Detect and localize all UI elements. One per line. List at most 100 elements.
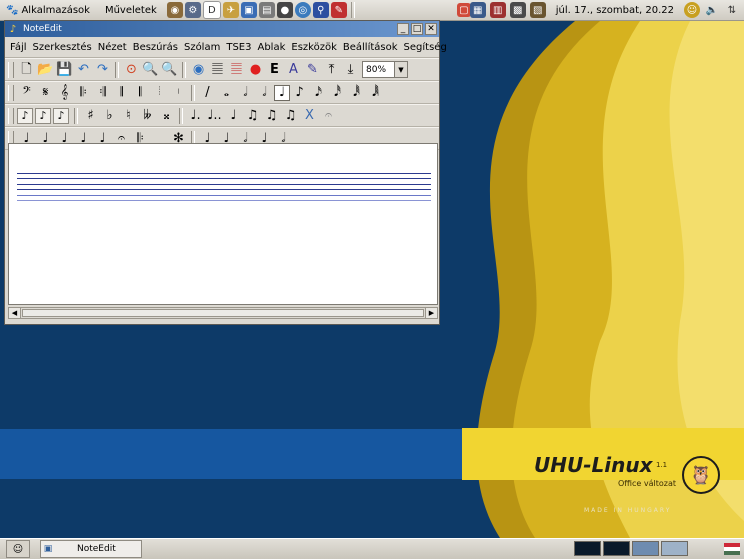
double-dotted-note-icon[interactable]: ♩.. [205,107,224,125]
menu-window[interactable]: Ablak [254,42,288,53]
zoom-select[interactable]: 80% ▼ [362,61,408,78]
menu-file[interactable]: Fájl [7,42,30,53]
network-monitor-icon[interactable]: ⇅ [724,2,740,18]
text-icon[interactable]: A [284,61,303,79]
record-icon[interactable]: ● [246,61,265,79]
grace-note-32-icon[interactable]: ♪ [53,107,69,124]
final-bar-icon[interactable]: 𝄃 [131,84,150,102]
gimp-icon[interactable]: ◉ [166,2,183,18]
chat-status-icon[interactable]: ☺ [684,2,700,18]
double-bar-icon[interactable]: 𝄂 [112,84,131,102]
show-desktop-icon[interactable]: ☺ [6,540,30,558]
menu-tools[interactable]: Eszközök [288,42,340,53]
whole-note-icon[interactable]: 𝅗𝅥 [236,84,255,102]
photo-icon[interactable]: ▤ [258,2,275,18]
horizontal-scrollbar[interactable]: ◀ ▶ [8,307,438,319]
applications-menu[interactable]: 🐾 Alkalmazások [0,0,96,20]
repeat-start-icon[interactable]: 𝄆 [74,84,93,102]
lyrics-icon[interactable]: ✎ [303,61,322,79]
keyboard-red-icon[interactable]: 𝄚 [227,61,246,79]
menu-tse3[interactable]: TSE3 [223,42,254,53]
toolbar-handle[interactable] [8,107,14,124]
pencil-icon[interactable]: / [198,84,217,102]
cross-staff-icon[interactable]: X [300,107,319,125]
workspace-3[interactable] [632,541,659,556]
menu-insert[interactable]: Beszúrás [130,42,181,53]
notes-icon[interactable]: ▧ [529,2,546,18]
network-icon[interactable]: ▦ [469,2,486,18]
score-canvas[interactable] [8,143,438,305]
picture-icon[interactable]: ✈ [222,2,239,18]
quarter-note-icon[interactable]: ♩ [274,84,290,101]
scroll-thumb[interactable] [22,309,424,317]
toolbar-handle[interactable] [8,61,14,78]
repeat-both-icon[interactable]: 𝄄 [150,84,169,102]
calculator-icon[interactable]: ▩ [509,2,526,18]
actions-menu[interactable]: Műveletek [96,0,163,20]
window-list-icon[interactable]: ▢ [456,3,471,17]
zoom-out-icon[interactable]: 🔍 [160,61,179,79]
search-icon[interactable]: ⚲ [312,2,329,18]
close-button[interactable]: ✕ [425,23,437,35]
web-icon[interactable]: ◎ [294,2,311,18]
repeat-close-icon[interactable]: 𝄅 [169,84,188,102]
save-icon[interactable]: 💾 [55,61,74,79]
fermata-box-icon[interactable]: 𝄐 [319,107,338,125]
image-viewer-icon[interactable]: ● [276,2,293,18]
bass-clef-icon[interactable]: 𝄢 [17,84,36,102]
scroll-left-icon[interactable]: ◀ [9,308,21,318]
tie-icon[interactable]: ♩ [224,107,243,125]
hundred-twenty-eighth-note-icon[interactable]: 𝅘𝅥𝅲 [366,84,385,102]
sixteenth-note-icon[interactable]: 𝅘𝅥𝅯 [309,84,328,102]
double-sharp-icon[interactable]: 𝄪 [157,107,176,125]
book-icon[interactable]: ▥ [489,2,506,18]
eighth-note-icon[interactable]: ♪ [290,84,309,102]
workspace-4[interactable] [661,541,688,556]
undo-icon[interactable]: ↶ [74,61,93,79]
repeat-end-icon[interactable]: 𝄇 [93,84,112,102]
treble-clef-icon[interactable]: 𝄞 [55,84,74,102]
double-flat-icon[interactable]: 𝄫 [138,107,157,125]
edit-mode-icon[interactable]: E [265,61,284,79]
beam-icon[interactable]: ♫ [243,107,262,125]
sixty-fourth-note-icon[interactable]: 𝅘𝅥𝅱 [347,84,366,102]
volume-icon[interactable]: 🔈 [704,2,720,18]
minimize-button[interactable]: _ [397,23,409,35]
chevron-down-icon[interactable]: ▼ [394,62,407,77]
keyboard-icon[interactable]: 𝄚 [208,61,227,79]
workspace-2[interactable] [603,541,630,556]
toolbar-handle[interactable] [8,84,14,101]
thirty-second-note-icon[interactable]: 𝅘𝅥𝅰 [328,84,347,102]
maximize-button[interactable]: □ [411,23,423,35]
segno-icon[interactable]: 𝄋 [36,84,55,102]
clock[interactable]: júl. 17., szombat, 20.22 [556,5,674,16]
triplet-icon[interactable]: ♫ [281,107,300,125]
slur-icon[interactable]: ♫ [262,107,281,125]
grace-note-icon[interactable]: ♪ [17,107,33,124]
new-file-icon[interactable]: 🗋 [17,61,36,79]
sharp-icon[interactable]: ♯ [81,107,100,125]
hungarian-flag-icon[interactable] [724,543,740,555]
play-icon[interactable]: ⊙ [122,61,141,79]
scroll-track[interactable] [21,308,425,318]
chat-icon[interactable]: ▣ [240,2,257,18]
document-icon[interactable]: D [202,1,221,19]
workspace-1[interactable] [574,541,601,556]
breve-icon[interactable]: 𝅝 [217,84,236,102]
midi-icon[interactable]: ◉ [189,61,208,79]
taskbar-button-noteedit[interactable]: ▣ NoteEdit [40,540,142,558]
window-titlebar[interactable]: ♪ NoteEdit _ □ ✕ [5,21,439,37]
dotted-note-icon[interactable]: ♩. [186,107,205,125]
flat-icon[interactable]: ♭ [100,107,119,125]
redo-icon[interactable]: ↷ [93,61,112,79]
stem-down-icon[interactable]: ⤓ [341,61,360,79]
menu-voice[interactable]: Szólam [181,42,223,53]
natural-icon[interactable]: ♮ [119,107,138,125]
stem-up-icon[interactable]: ⤒ [322,61,341,79]
menu-view[interactable]: Nézet [95,42,130,53]
grace-note-16-icon[interactable]: ♪ [35,107,51,124]
menu-help[interactable]: Segítség [401,42,450,53]
menu-edit[interactable]: Szerkesztés [30,42,95,53]
tools-icon[interactable]: ⚙ [184,2,201,18]
zoom-in-icon[interactable]: 🔍 [141,61,160,79]
